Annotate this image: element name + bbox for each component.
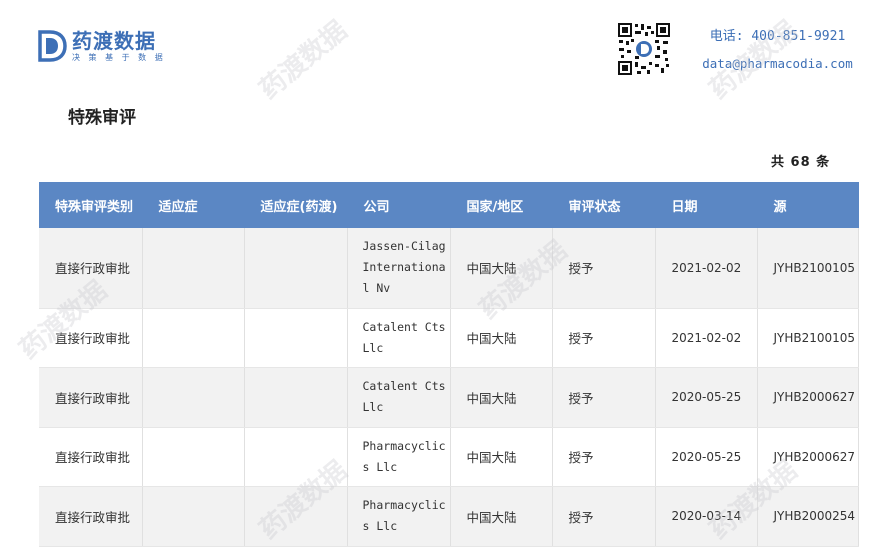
brand-logo[interactable]: 药渡数据 决 策 基 于 数 据	[36, 28, 166, 64]
cell-status: 授予	[552, 367, 656, 428]
brand-name: 药渡数据	[72, 28, 156, 53]
column-header-date[interactable]: 日期	[655, 182, 758, 228]
cell-status: 授予	[552, 228, 656, 309]
cell-date: 2020-05-25	[655, 427, 758, 487]
cell-indication	[142, 367, 245, 428]
column-header-indication[interactable]: 适应症	[142, 182, 245, 228]
cell-category: 直接行政审批	[39, 427, 143, 487]
table-row: 直接行政审批 Catalent Cts Llc 中国大陆 授予 2020-05-…	[39, 367, 859, 428]
cell-status: 授予	[552, 486, 656, 547]
cell-category: 直接行政审批	[39, 367, 143, 428]
cell-status: 授予	[552, 427, 656, 487]
cell-indication	[142, 308, 245, 368]
cell-region: 中国大陆	[450, 427, 553, 487]
cell-indication	[142, 486, 245, 547]
brand-slogan: 决 策 基 于 数 据	[72, 52, 166, 62]
cell-category: 直接行政审批	[39, 228, 143, 309]
column-header-source[interactable]: 源	[757, 182, 859, 228]
cell-source[interactable]: JYHB2000627	[757, 427, 859, 487]
table-row: 直接行政审批 Catalent Cts Llc 中国大陆 授予 2021-02-…	[39, 308, 859, 368]
table-row: 直接行政审批 Pharmacyclics Llc 中国大陆 授予 2020-05…	[39, 427, 859, 487]
cell-source[interactable]: JYHB2000627	[757, 367, 859, 428]
cell-company[interactable]: Jassen-Cilag International Nv	[347, 228, 451, 309]
cell-region: 中国大陆	[450, 228, 553, 309]
column-header-region[interactable]: 国家/地区	[450, 182, 553, 228]
cell-company[interactable]: Pharmacyclics Llc	[347, 427, 451, 487]
cell-status: 授予	[552, 308, 656, 368]
cell-company[interactable]: Catalent Cts Llc	[347, 367, 451, 428]
column-header-category[interactable]: 特殊审评类别	[39, 182, 143, 228]
cell-region: 中国大陆	[450, 367, 553, 428]
cell-indication	[142, 228, 245, 309]
cell-region: 中国大陆	[450, 308, 553, 368]
cell-indication	[142, 427, 245, 487]
qr-code-icon	[617, 22, 671, 76]
contact-phone[interactable]: 电话: 400-851-9921	[690, 28, 865, 46]
cell-date: 2020-05-25	[655, 367, 758, 428]
contact-info: 电话: 400-851-9921 data@pharmacodia.com	[690, 28, 865, 73]
cell-date: 2021-02-02	[655, 228, 758, 309]
cell-region: 中国大陆	[450, 486, 553, 547]
cell-source[interactable]: JYHB2100105	[757, 308, 859, 368]
table-row: 直接行政审批 Pharmacyclics Llc 中国大陆 授予 2020-03…	[39, 486, 859, 547]
page-title: 特殊审评	[68, 108, 136, 128]
cell-indication-pharmacodia	[244, 367, 348, 428]
total-count: 共 68 条	[771, 155, 831, 170]
cell-date: 2021-02-02	[655, 308, 758, 368]
cell-indication-pharmacodia	[244, 427, 348, 487]
cell-source[interactable]: JYHB2000254	[757, 486, 859, 547]
column-header-company[interactable]: 公司	[347, 182, 451, 228]
cell-indication-pharmacodia	[244, 308, 348, 368]
cell-category: 直接行政审批	[39, 486, 143, 547]
cell-date: 2020-03-14	[655, 486, 758, 547]
cell-indication-pharmacodia	[244, 486, 348, 547]
cell-category: 直接行政审批	[39, 308, 143, 368]
page-header: 药渡数据 决 策 基 于 数 据 电话: 400-851-9921 data@p…	[0, 0, 896, 90]
logo-mark-icon	[38, 30, 67, 62]
contact-email[interactable]: data@pharmacodia.com	[690, 55, 865, 73]
table-row: 直接行政审批 Jassen-Cilag International Nv 中国大…	[39, 228, 859, 309]
cell-indication-pharmacodia	[244, 228, 348, 309]
special-review-table: 特殊审评类别 适应症 适应症(药渡) 公司 国家/地区 审评状态 日期 源 直接…	[39, 182, 859, 547]
cell-company[interactable]: Catalent Cts Llc	[347, 308, 451, 368]
column-header-indication-pharmacodia[interactable]: 适应症(药渡)	[244, 182, 348, 228]
cell-company[interactable]: Pharmacyclics Llc	[347, 486, 451, 547]
cell-source[interactable]: JYHB2100105	[757, 228, 859, 309]
column-header-status[interactable]: 审评状态	[552, 182, 656, 228]
table-header-row: 特殊审评类别 适应症 适应症(药渡) 公司 国家/地区 审评状态 日期 源	[39, 182, 859, 228]
